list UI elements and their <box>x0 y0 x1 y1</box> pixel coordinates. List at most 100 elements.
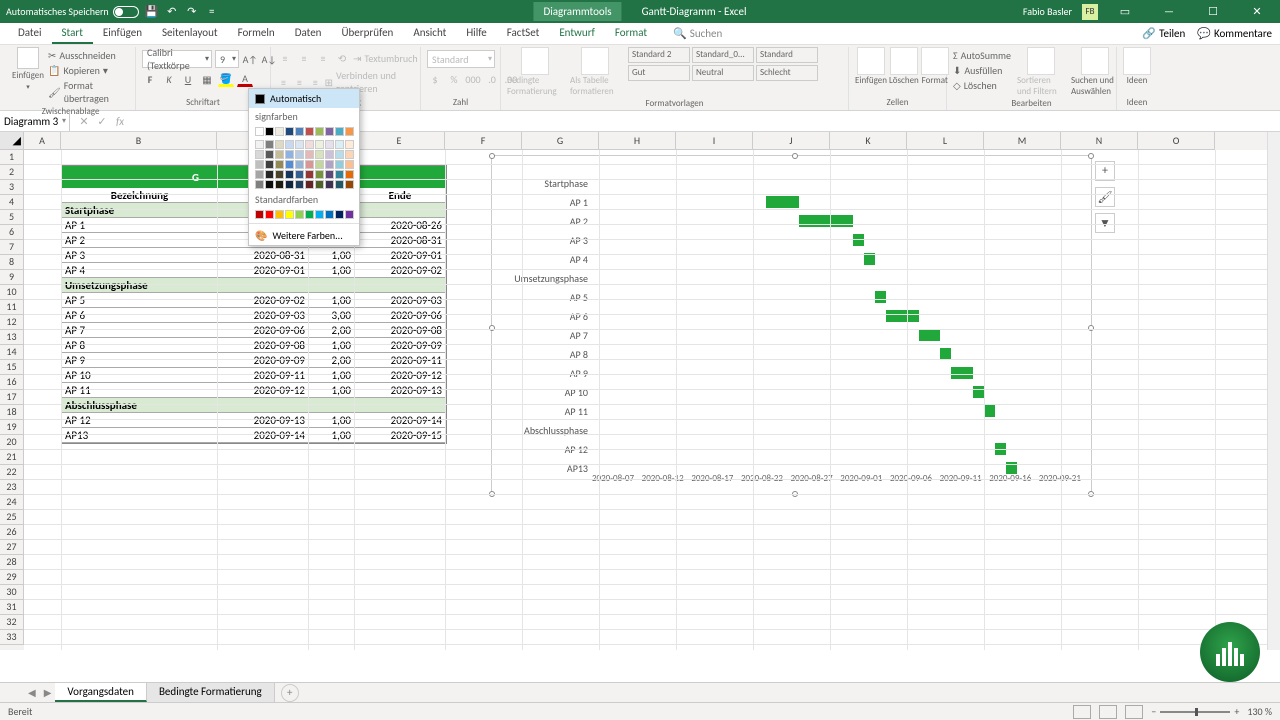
sheet-nav-prev-icon[interactable]: ◀ <box>24 686 40 699</box>
color-swatch[interactable] <box>285 170 294 179</box>
column-header[interactable]: J <box>753 132 830 150</box>
row-header[interactable]: 6 <box>0 225 24 240</box>
orientation-icon[interactable]: ⟲ <box>334 50 350 66</box>
row-header[interactable]: 17 <box>0 390 24 405</box>
view-normal-icon[interactable] <box>1073 705 1091 719</box>
color-swatch[interactable] <box>335 140 344 149</box>
select-all-corner[interactable]: ◢ <box>0 132 24 150</box>
color-swatch[interactable] <box>325 210 334 219</box>
find-select-button[interactable]: Suchen und Auswählen <box>1071 47 1119 97</box>
row-header[interactable]: 29 <box>0 570 24 585</box>
cell-style-item[interactable]: Standard <box>756 47 818 63</box>
row-header[interactable]: 20 <box>0 435 24 450</box>
font-color-dropdown[interactable]: Automatisch signfarben Standardfarben 🎨 … <box>248 88 360 246</box>
color-swatch[interactable] <box>275 170 284 179</box>
color-swatch[interactable] <box>315 140 324 149</box>
ideas-button[interactable]: Ideen <box>1123 47 1151 86</box>
row-header[interactable]: 7 <box>0 240 24 255</box>
fill-color-button[interactable]: 🪣 <box>218 71 234 87</box>
row-header[interactable]: 9 <box>0 270 24 285</box>
row-header[interactable]: 19 <box>0 420 24 435</box>
inc-decimal-icon[interactable]: .0 <box>484 71 500 87</box>
row-header[interactable]: 18 <box>0 405 24 420</box>
user-name[interactable]: Fabio Basler <box>1023 5 1072 18</box>
ribbon-display-icon[interactable]: ▭ <box>1108 1 1142 23</box>
color-swatch[interactable] <box>345 127 354 136</box>
sheet-tab[interactable]: Bedingte Formatierung <box>147 683 275 702</box>
view-pagebreak-icon[interactable] <box>1125 705 1143 719</box>
italic-button[interactable]: K <box>161 71 177 87</box>
cut-button[interactable]: ✂ Ausschneiden <box>48 49 129 62</box>
color-swatch[interactable] <box>305 127 314 136</box>
column-header[interactable]: K <box>830 132 907 150</box>
color-swatch[interactable] <box>325 150 334 159</box>
zoom-level[interactable]: 130 % <box>1247 705 1272 718</box>
color-swatch[interactable] <box>295 140 304 149</box>
color-swatch[interactable] <box>285 140 294 149</box>
color-swatch[interactable] <box>335 150 344 159</box>
row-header[interactable]: 31 <box>0 600 24 615</box>
color-swatch[interactable] <box>335 180 344 189</box>
color-swatch[interactable] <box>305 140 314 149</box>
borders-button[interactable]: ▦ <box>199 71 215 87</box>
color-swatch[interactable] <box>265 127 274 136</box>
color-swatch[interactable] <box>255 210 264 219</box>
save-icon[interactable]: 💾 <box>145 5 159 19</box>
row-header[interactable]: 10 <box>0 285 24 300</box>
autosave-toggle[interactable]: Automatisches Speichern <box>6 5 139 18</box>
cell-styles-gallery[interactable]: Standard 2Standard_0...StandardGutNeutra… <box>628 47 818 81</box>
ribbon-tab-seitenlayout[interactable]: Seitenlayout <box>152 23 228 44</box>
share-button[interactable]: 🔗Teilen <box>1142 27 1185 40</box>
color-swatch[interactable] <box>295 180 304 189</box>
column-header[interactable]: G <box>522 132 599 150</box>
sort-filter-button[interactable]: Sortieren und Filtern <box>1017 47 1065 97</box>
ribbon-tab-einfügen[interactable]: Einfügen <box>93 23 152 44</box>
maximize-icon[interactable]: ☐ <box>1196 1 1230 23</box>
theme-shades-grid[interactable] <box>249 138 359 191</box>
ribbon-tab-datei[interactable]: Datei <box>8 23 52 44</box>
view-layout-icon[interactable] <box>1099 705 1117 719</box>
color-swatch[interactable] <box>275 127 284 136</box>
redo-icon[interactable]: ↷ <box>185 5 199 19</box>
ribbon-tab-format[interactable]: Format <box>605 23 657 44</box>
column-header[interactable]: H <box>599 132 676 150</box>
color-swatch[interactable] <box>275 150 284 159</box>
column-header[interactable]: B <box>61 132 217 150</box>
cell-style-item[interactable]: Schlecht <box>756 65 818 81</box>
cell-style-item[interactable]: Standard_0... <box>692 47 754 63</box>
color-swatch[interactable] <box>265 170 274 179</box>
color-swatch[interactable] <box>315 170 324 179</box>
color-swatch[interactable] <box>265 150 274 159</box>
toggle-icon[interactable] <box>113 6 139 18</box>
format-painter-button[interactable]: 🖌 Format übertragen <box>48 79 129 105</box>
font-size-dropdown[interactable]: 9 <box>215 50 239 68</box>
zoom-slider[interactable]: − + <box>1151 705 1239 718</box>
underline-button[interactable]: U <box>180 71 196 87</box>
row-header[interactable]: 23 <box>0 480 24 495</box>
row-header[interactable]: 27 <box>0 540 24 555</box>
color-swatch[interactable] <box>295 160 304 169</box>
undo-icon[interactable]: ↶ <box>165 5 179 19</box>
color-swatch[interactable] <box>255 140 264 149</box>
format-as-table-button[interactable]: Als Tabelle formatieren <box>570 47 620 97</box>
fill-button[interactable]: ⬇ Ausfüllen <box>953 64 1011 77</box>
color-swatch[interactable] <box>325 127 334 136</box>
color-swatch[interactable] <box>335 127 344 136</box>
row-header[interactable]: 30 <box>0 585 24 600</box>
color-swatch[interactable] <box>295 170 304 179</box>
row-header[interactable]: 26 <box>0 525 24 540</box>
color-swatch[interactable] <box>315 150 324 159</box>
sheet-nav-next-icon[interactable]: ▶ <box>40 686 56 699</box>
color-swatch[interactable] <box>275 210 284 219</box>
align-middle-icon[interactable]: ≡ <box>296 50 312 66</box>
row-header[interactable]: 32 <box>0 615 24 630</box>
align-top-icon[interactable]: ≡ <box>277 50 293 66</box>
thousands-icon[interactable]: 000 <box>465 71 481 87</box>
color-swatch[interactable] <box>315 160 324 169</box>
color-swatch[interactable] <box>295 127 304 136</box>
row-header[interactable]: 13 <box>0 330 24 345</box>
color-swatch[interactable] <box>335 160 344 169</box>
ribbon-tab-factset[interactable]: FactSet <box>497 23 550 44</box>
format-cells-button[interactable]: Format <box>921 47 949 86</box>
row-header[interactable]: 4 <box>0 195 24 210</box>
